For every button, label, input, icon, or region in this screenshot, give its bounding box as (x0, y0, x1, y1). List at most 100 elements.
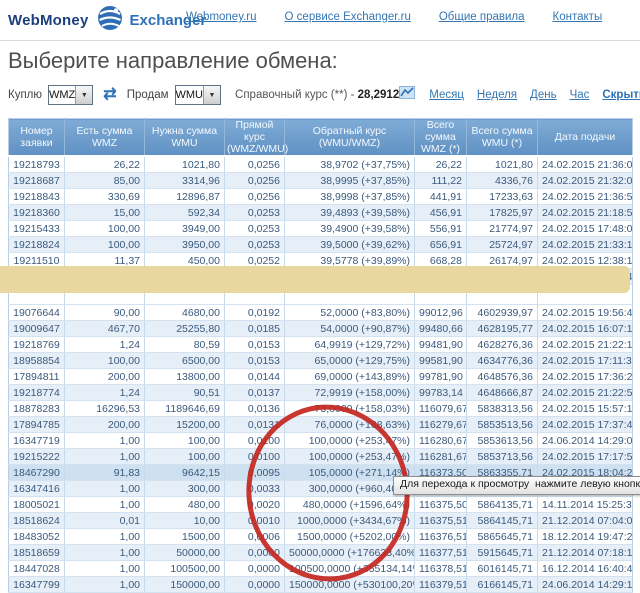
table-cell: 18005021 (9, 497, 65, 513)
table-row[interactable]: 163477991,00150000,000,0000150000,0000 (… (9, 577, 633, 593)
col-header-date: Дата подачи (538, 119, 633, 157)
col-header-direct-rate: Прямой курс (WMZ/WMU) (225, 119, 285, 157)
page-title: Выберите направление обмена: (8, 48, 338, 74)
table-cell: 0,0033 (225, 481, 285, 497)
table-cell: 116079,67 (415, 401, 467, 417)
webmoney-logo[interactable]: WebMoney Exchanger (8, 5, 206, 36)
table-row[interactable]: 1921836015,00592,340,025339,4893 (+39,58… (9, 205, 633, 221)
row-tooltip: Для перехода к просмотру нажмите левую к… (393, 476, 640, 495)
table-row[interactable]: 192152221,00100,000,0100100,0000 (+253,4… (9, 449, 633, 465)
hide-link[interactable]: Скрыть (602, 89, 640, 101)
chart-icon (399, 86, 415, 104)
table-cell: 18518659 (9, 545, 65, 561)
table-cell: 18.12.2014 19:47:29 (538, 529, 633, 545)
table-row[interactable]: 192187741,2490,510,013772,9919 (+158,00%… (9, 385, 633, 401)
table-cell: 18467290 (9, 465, 65, 481)
dropdown-arrow-icon[interactable]: ▼ (203, 86, 220, 104)
table-cell: 100,0000 (+253,47%) (285, 449, 415, 465)
table-row[interactable]: 180050211,00480,000,0020480,0000 (+1596,… (9, 497, 633, 513)
exchange-controls: Куплю WMZ ▼ ⇄ Продам WMU ▼ Справочный ку… (8, 84, 636, 106)
table-cell: 24.02.2015 21:18:54 (538, 205, 633, 221)
table-cell: 17894785 (9, 417, 65, 433)
table-row[interactable]: 19218824100,003950,000,025339,5000 (+39,… (9, 237, 633, 253)
table-row[interactable]: 17894785200,0015200,000,013176,0000 (+16… (9, 417, 633, 433)
nav-link-webmoney-ru[interactable]: Webmoney.ru (186, 11, 257, 23)
table-cell: 1,00 (65, 481, 145, 497)
table-row[interactable]: 185186591,0050000,000,000050000,0000 (+1… (9, 545, 633, 561)
col-header-reverse-rate: Обратный курс (WMU/WMZ) (285, 119, 415, 157)
table-cell: 5865645,71 (467, 529, 538, 545)
period-link-day[interactable]: День (530, 89, 557, 101)
table-cell: 73,0000 (+158,03%) (285, 401, 415, 417)
table-cell: 100,00 (65, 237, 145, 253)
table-cell: 85,00 (65, 173, 145, 189)
table-row[interactable]: 19215433100,003949,000,025339,4900 (+39,… (9, 221, 633, 237)
table-cell: 1,00 (65, 449, 145, 465)
period-link-week[interactable]: Неделя (477, 89, 517, 101)
table-row[interactable]: 17894811200,0013800,000,014469,0000 (+14… (9, 369, 633, 385)
sell-currency-select[interactable]: WMU ▼ (175, 85, 222, 105)
table-cell: 480,00 (145, 497, 225, 513)
offers-table-body: 1921879326,221021,800,025638,9702 (+37,7… (9, 156, 633, 593)
table-cell: 100,00 (145, 433, 225, 449)
table-cell: 116377,51 (415, 545, 467, 561)
table-cell: 17825,97 (467, 205, 538, 221)
buy-currency-select[interactable]: WMZ ▼ (48, 85, 93, 105)
table-row[interactable]: 1887828316296,531189646,690,013673,0000 … (9, 401, 633, 417)
table-cell: 3314,96 (145, 173, 225, 189)
table-row[interactable]: 184830521,001500,000,00061500,0000 (+520… (9, 529, 633, 545)
table-cell: 1189646,69 (145, 401, 225, 417)
table-row[interactable]: 19218843330,6912896,870,025638,9998 (+37… (9, 189, 633, 205)
table-cell: 0,0253 (225, 221, 285, 237)
table-cell: 16296,53 (65, 401, 145, 417)
table-row[interactable]: 19009647467,7025255,800,018554,0000 (+90… (9, 321, 633, 337)
reference-rate: Справочный курс (**) - 28,2912 (235, 89, 399, 101)
table-cell: 100500,00 (145, 561, 225, 577)
table-cell: 4648666,87 (467, 385, 538, 401)
sell-currency-value: WMU (176, 86, 204, 104)
table-row[interactable]: 163477191,00100,000,0100100,0000 (+253,4… (9, 433, 633, 449)
table-cell: 1021,80 (145, 156, 225, 173)
table-row[interactable]: 192187691,2480,590,015364,9919 (+129,72%… (9, 337, 633, 353)
dropdown-arrow-icon[interactable]: ▼ (75, 86, 92, 104)
table-row[interactable]: 1921868785,003314,960,025638,9995 (+37,8… (9, 173, 633, 189)
top-bar: WebMoney Exchanger Webmoney.ru О сервисе… (0, 0, 640, 41)
table-cell: 0,0153 (225, 353, 285, 369)
table-row[interactable]: 1921879326,221021,800,025638,9702 (+37,7… (9, 156, 633, 173)
brand-webmoney: WebMoney (8, 12, 89, 29)
table-cell: 21.12.2014 07:04:07 (538, 513, 633, 529)
table-cell: 14.11.2014 15:25:34 (538, 497, 633, 513)
nav-link-about-exchanger[interactable]: О сервисе Exchanger.ru (285, 11, 411, 23)
table-cell: 3950,00 (145, 237, 225, 253)
table-cell: 15200,00 (145, 417, 225, 433)
table-cell: 5864145,71 (467, 513, 538, 529)
table-cell: 18447028 (9, 561, 65, 577)
table-cell: 0,0256 (225, 173, 285, 189)
table-cell: 72,9919 (+158,00%) (285, 385, 415, 401)
table-cell: 150000,0000 (+530100,20%) (285, 577, 415, 593)
table-cell: 4628276,36 (467, 337, 538, 353)
table-cell: 0,0000 (225, 577, 285, 593)
table-cell: 24.02.2015 17:17:57 (538, 449, 633, 465)
table-cell: 116379,51 (415, 577, 467, 593)
table-cell: 1500,00 (145, 529, 225, 545)
table-cell: 12896,87 (145, 189, 225, 205)
period-link-hour[interactable]: Час (570, 89, 590, 101)
table-row[interactable]: 185186240,0110,000,00101000,0000 (+3434,… (9, 513, 633, 529)
nav-link-contacts[interactable]: Контакты (553, 11, 603, 23)
table-cell: 0,0100 (225, 433, 285, 449)
nav-link-rules[interactable]: Общие правила (439, 11, 525, 23)
table-row[interactable]: 184470281,00100500,000,0000100500,0000 (… (9, 561, 633, 577)
table-cell: 24.02.2015 21:33:19 (538, 237, 633, 253)
table-cell: 0,0131 (225, 417, 285, 433)
table-cell: 0,0000 (225, 545, 285, 561)
table-cell: 18483052 (9, 529, 65, 545)
table-cell: 18958854 (9, 353, 65, 369)
table-cell: 10,00 (145, 513, 225, 529)
table-row[interactable]: 18958854100,006500,000,015365,0000 (+129… (9, 353, 633, 369)
swap-direction-icon[interactable]: ⇄ (103, 87, 116, 103)
period-link-month[interactable]: Месяц (429, 89, 464, 101)
table-cell: 16347719 (9, 433, 65, 449)
table-cell: 50000,0000 (+176633,40%) (285, 545, 415, 561)
table-row[interactable]: 1907664490,004680,000,019252,0000 (+83,8… (9, 305, 633, 321)
